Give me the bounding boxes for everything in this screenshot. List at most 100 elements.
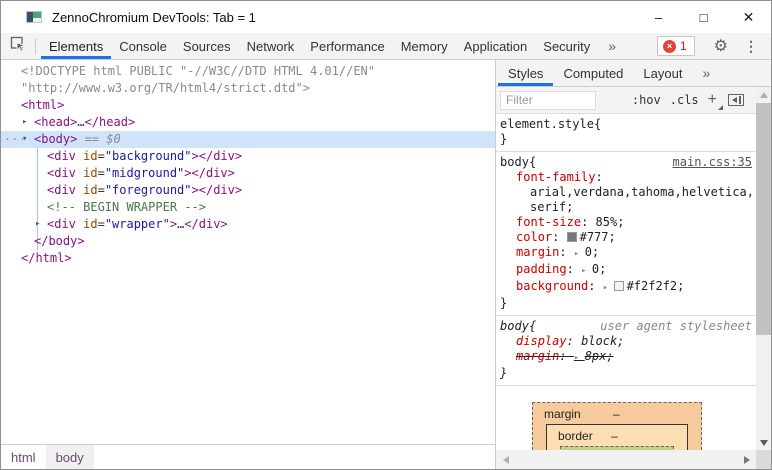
code-segment-tag: </body>: [34, 234, 85, 248]
maximize-button[interactable]: □: [681, 1, 726, 33]
sidebar-tab-computed[interactable]: Computed: [553, 60, 633, 86]
code-segment-doctype: <!DOCTYPE html PUBLIC "-//W3C//DTD HTML …: [21, 64, 375, 78]
stylesheet-link[interactable]: main.css:35: [673, 155, 752, 170]
css-property[interactable]: font-size: 85%;: [500, 215, 754, 230]
breadcrumb: htmlbody: [1, 444, 495, 469]
css-property[interactable]: arial,verdana,tahoma,helvetica,: [500, 185, 754, 200]
css-property[interactable]: color: #777;: [500, 230, 754, 245]
css-property[interactable]: margin: ▸ 0;: [500, 245, 754, 262]
code-segment-ellipsis: …: [77, 115, 84, 129]
pseudo-state-toggle[interactable]: :hov: [632, 93, 661, 107]
tab-console[interactable]: Console: [111, 33, 175, 59]
sidebar-tab-layout[interactable]: Layout: [633, 60, 692, 86]
styles-tabs: StylesComputedLayout »: [496, 60, 771, 87]
sidebar-tab-styles[interactable]: Styles: [498, 60, 553, 86]
scroll-down-arrow[interactable]: [756, 435, 771, 450]
tab-memory[interactable]: Memory: [393, 33, 456, 59]
css-property[interactable]: font-family:: [500, 170, 754, 185]
tree-row[interactable]: <div id="background"></div>: [1, 148, 495, 165]
vertical-scrollbar[interactable]: [756, 87, 771, 450]
new-style-rule-button[interactable]: +: [708, 92, 717, 108]
tree-row[interactable]: "http://www.w3.org/TR/html4/strict.dtd">: [1, 80, 495, 97]
css-property[interactable]: padding: ▸ 0;: [500, 262, 754, 279]
code-segment-tag: ></div>: [184, 166, 235, 180]
styles-scroll-area: element.style {}body {main.css:35font-fa…: [496, 114, 771, 469]
elements-panel: <!DOCTYPE html PUBLIC "-//W3C//DTD HTML …: [1, 60, 496, 469]
tab-security[interactable]: Security: [535, 33, 598, 59]
toolbar-right-group: × 1 ⚙ ⋮: [657, 33, 771, 59]
tree-row[interactable]: ···▾<body> == $0: [1, 131, 495, 148]
devtools-toolbar: ElementsConsoleSourcesNetworkPerformance…: [1, 33, 771, 60]
tree-row[interactable]: ▸<head>…</head>: [1, 114, 495, 131]
code-segment-attr: id: [83, 166, 97, 180]
error-badge[interactable]: × 1: [657, 36, 695, 56]
more-sidebar-tabs-button[interactable]: »: [692, 60, 720, 86]
toolbar-tabs: ElementsConsoleSourcesNetworkPerformance…: [41, 33, 598, 59]
crumb-html[interactable]: html: [1, 445, 46, 469]
box-model-margin-value: –: [613, 407, 620, 421]
inspect-element-button[interactable]: [1, 33, 35, 59]
minimize-button[interactable]: –: [636, 1, 681, 33]
code-segment-tag: <div: [47, 149, 83, 163]
twisty-closed-icon[interactable]: ▸: [35, 216, 47, 233]
code-segment-tag: <div: [47, 183, 83, 197]
close-button[interactable]: ✕: [726, 1, 771, 33]
tab-elements[interactable]: Elements: [41, 33, 111, 59]
code-segment-tag: ></div>: [192, 149, 243, 163]
devtools-window: ZennoChromium DevTools: Tab = 1 – □ ✕ El…: [0, 0, 772, 470]
filter-input[interactable]: [500, 91, 596, 110]
code-segment-attr: id: [83, 217, 97, 231]
code-segment-tag: <body>: [34, 132, 77, 146]
error-icon: ×: [663, 40, 676, 53]
tree-row[interactable]: ▸<div id="wrapper">…</div>: [1, 216, 495, 233]
tree-row[interactable]: </html>: [1, 250, 495, 267]
settings-gear-icon[interactable]: ⚙: [704, 36, 738, 56]
menu-dots-icon[interactable]: ⋮: [738, 38, 764, 55]
main-split: <!DOCTYPE html PUBLIC "-//W3C//DTD HTML …: [1, 60, 771, 469]
css-property[interactable]: margin: ▸ 8px;: [500, 349, 754, 366]
tab-sources[interactable]: Sources: [175, 33, 239, 59]
tree-row[interactable]: <!-- BEGIN WRAPPER -->: [1, 199, 495, 216]
window-title: ZennoChromium DevTools: Tab = 1: [52, 10, 256, 25]
code-segment-plain: =: [98, 166, 105, 180]
horizontal-scrollbar[interactable]: [496, 450, 756, 469]
vertical-scrollbar-thumb[interactable]: [756, 103, 771, 335]
tab-performance[interactable]: Performance: [302, 33, 392, 59]
tree-row[interactable]: <!DOCTYPE html PUBLIC "-//W3C//DTD HTML …: [1, 63, 495, 80]
tree-row[interactable]: <html>: [1, 97, 495, 114]
twisty-open-icon[interactable]: ▾: [22, 131, 34, 148]
code-segment-value: "background": [105, 149, 192, 163]
scroll-up-arrow[interactable]: [756, 87, 771, 102]
code-segment-doctype: "http://www.w3.org/TR/html4/strict.dtd">: [21, 81, 310, 95]
code-segment-value: "midground": [105, 166, 184, 180]
scroll-left-arrow[interactable]: [498, 450, 513, 469]
tree-row[interactable]: </body>: [1, 233, 495, 250]
css-property[interactable]: serif;: [500, 200, 754, 215]
tab-application[interactable]: Application: [456, 33, 536, 59]
tab-network[interactable]: Network: [239, 33, 303, 59]
styles-filter-row: :hov .cls +: [496, 87, 771, 114]
code-segment-tag: <div: [47, 166, 83, 180]
code-segment-plain: =: [98, 217, 105, 231]
code-segment-tag: </head>: [85, 115, 136, 129]
tree-row[interactable]: <div id="foreground"></div>: [1, 182, 495, 199]
twisty-closed-icon[interactable]: ▸: [22, 114, 34, 131]
color-swatch[interactable]: [614, 281, 624, 291]
css-property[interactable]: display: block;: [500, 334, 754, 349]
crumb-body[interactable]: body: [46, 445, 94, 469]
code-segment-tag: </div>: [184, 217, 227, 231]
css-rule: body {main.css:35font-family: arial,verd…: [496, 152, 756, 316]
scroll-right-arrow[interactable]: [739, 450, 754, 469]
css-property[interactable]: background: ▸ #f2f2f2;: [500, 279, 754, 296]
tree-row[interactable]: <div id="midground"></div>: [1, 165, 495, 182]
box-model-margin-label: margin: [544, 407, 581, 421]
toggle-sidebar-icon[interactable]: [728, 94, 744, 106]
error-count: 1: [680, 39, 687, 53]
code-segment-value: "wrapper": [105, 217, 170, 231]
titlebar: ZennoChromium DevTools: Tab = 1 – □ ✕: [1, 1, 771, 33]
css-rule: element.style {}: [496, 114, 756, 152]
more-panels-button[interactable]: »: [598, 33, 626, 59]
color-swatch[interactable]: [567, 232, 577, 242]
code-segment-attr: id: [83, 183, 97, 197]
class-toggle[interactable]: .cls: [670, 93, 699, 107]
